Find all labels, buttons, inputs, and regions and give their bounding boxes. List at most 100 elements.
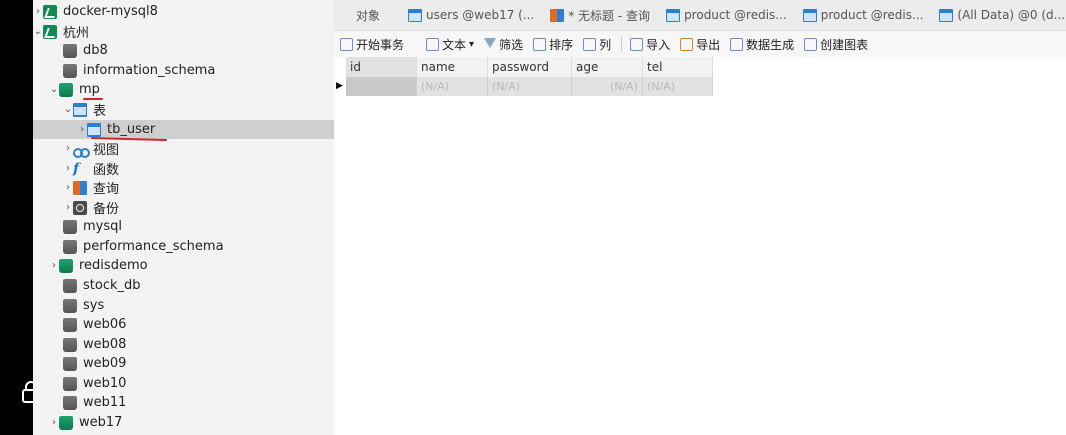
chevron-right-icon[interactable]: ›: [63, 143, 73, 155]
tree-item-label: stock_db: [83, 278, 141, 293]
tree-item-db8[interactable]: db8: [33, 41, 334, 60]
chevron-down-icon[interactable]: ⌄: [33, 26, 43, 38]
filter-icon: [484, 38, 497, 50]
begin-transaction-label: 开始事务: [356, 37, 405, 52]
database-icon: [63, 298, 77, 313]
tree-item-label: 函数: [93, 163, 120, 178]
tab-untitled-query[interactable]: * 无标题 - 查询: [542, 0, 658, 30]
column-header-age[interactable]: age: [572, 57, 643, 77]
tree-item-tables-folder[interactable]: ⌄ 表: [33, 100, 334, 119]
tree-item-mp[interactable]: ⌄ mp: [33, 80, 334, 99]
cell-tel[interactable]: (N/A): [643, 77, 713, 96]
database-icon: [63, 317, 77, 332]
database-open-icon: [59, 258, 73, 273]
columns-button[interactable]: 列: [583, 36, 611, 53]
tree-item-stock-db[interactable]: stock_db: [33, 276, 334, 295]
tab-label: (All Data) @0 (d...: [957, 8, 1066, 22]
app-window: › docker-mysql8 ⌄ 杭州 db8 information_sch…: [33, 0, 1066, 435]
tree-item-label: performance_schema: [83, 239, 224, 254]
filter-button[interactable]: 筛选: [484, 36, 523, 53]
chevron-down-icon[interactable]: ▾: [469, 39, 474, 50]
tree-item-redisdemo[interactable]: › redisdemo: [33, 256, 334, 275]
tree-item-web09[interactable]: web09: [33, 354, 334, 373]
tree-item-backups[interactable]: › 备份: [33, 198, 334, 217]
chevron-right-icon[interactable]: ›: [33, 6, 43, 18]
tree-item-information-schema[interactable]: information_schema: [33, 61, 334, 80]
cell-password[interactable]: (N/A): [488, 77, 572, 96]
database-icon: [63, 278, 77, 293]
tree-item-web06[interactable]: web06: [33, 315, 334, 334]
tree-item-queries[interactable]: › 查询: [33, 178, 334, 197]
tree-item-tb-user[interactable]: › tb_user: [33, 120, 334, 139]
sort-button[interactable]: 排序: [533, 36, 573, 53]
database-icon: [63, 376, 77, 391]
create-chart-button[interactable]: 创建图表: [804, 36, 868, 53]
tree-item-label: 表: [93, 104, 107, 119]
chevron-right-icon[interactable]: ›: [63, 202, 73, 214]
chevron-down-icon[interactable]: ⌄: [63, 104, 73, 116]
tree-item-docker-mysql8[interactable]: › docker-mysql8: [33, 2, 334, 21]
data-grid[interactable]: id name password age tel ▶ (N/A) (N/A) (…: [334, 57, 1066, 435]
tree-item-label: redisdemo: [79, 258, 148, 273]
database-icon: [63, 337, 77, 352]
tree-item-label: docker-mysql8: [63, 4, 158, 19]
tree-item-label: 视图: [93, 143, 120, 158]
chevron-right-icon[interactable]: ›: [49, 260, 59, 272]
export-button[interactable]: 导出: [680, 36, 720, 53]
query-icon: [73, 180, 87, 195]
chevron-placeholder: [53, 241, 63, 253]
grid-header-row: id name password age tel: [346, 57, 713, 77]
cell-age[interactable]: (N/A): [572, 77, 643, 96]
tree-item-sys[interactable]: sys: [33, 296, 334, 315]
chevron-right-icon[interactable]: ›: [63, 182, 73, 194]
table-icon: [666, 8, 681, 22]
export-label: 导出: [696, 37, 721, 52]
tree-item-hangzhou-connection[interactable]: ⌄ 杭州: [33, 22, 334, 41]
tab-all-data[interactable]: (All Data) @0 (d...: [931, 0, 1066, 30]
tree-item-label: sys: [83, 298, 105, 313]
tree-item-label: web06: [83, 317, 127, 332]
tab-users-web17[interactable]: users @web17 (...: [400, 0, 542, 30]
left-margin-strip: [0, 0, 40, 435]
import-label: 导入: [646, 37, 671, 52]
tab-label: users @web17 (...: [426, 8, 535, 22]
chart-icon: [804, 37, 818, 51]
tree-item-label: web08: [83, 337, 127, 352]
chevron-right-icon[interactable]: ›: [77, 124, 87, 136]
table-row[interactable]: ▶ (N/A) (N/A) (N/A) (N/A): [334, 77, 713, 96]
chevron-placeholder: [53, 45, 63, 57]
tree-item-web17[interactable]: › web17: [33, 413, 334, 432]
column-header-id[interactable]: id: [346, 57, 417, 77]
column-header-tel[interactable]: tel: [643, 57, 713, 77]
chevron-right-icon[interactable]: ›: [63, 163, 73, 175]
tree-item-performance-schema[interactable]: performance_schema: [33, 237, 334, 256]
begin-transaction-button[interactable]: 开始事务: [340, 36, 404, 53]
views-icon: [73, 142, 90, 158]
import-icon: [630, 37, 644, 51]
data-generation-button[interactable]: 数据生成: [730, 36, 794, 53]
import-button[interactable]: 导入: [630, 36, 670, 53]
row-pointer-icon: ▶: [336, 81, 343, 91]
tree-item-web08[interactable]: web08: [33, 335, 334, 354]
tree-item-web10[interactable]: web10: [33, 374, 334, 393]
tab-product-redis-1[interactable]: product @redis...: [658, 0, 795, 30]
navigation-tree[interactable]: › docker-mysql8 ⌄ 杭州 db8 information_sch…: [33, 0, 335, 435]
tab-objects[interactable]: 对象: [334, 0, 400, 30]
data-generation-label: 数据生成: [746, 37, 795, 52]
cell-id[interactable]: [346, 77, 417, 96]
database-icon: [63, 239, 77, 254]
column-header-password[interactable]: password: [488, 57, 572, 77]
chevron-down-icon[interactable]: ⌄: [49, 84, 59, 96]
database-icon: [63, 63, 77, 78]
database-icon: [63, 43, 77, 58]
column-header-name[interactable]: name: [417, 57, 488, 77]
tree-item-functions[interactable]: › f 函数: [33, 159, 334, 179]
chevron-right-icon[interactable]: ›: [49, 417, 59, 429]
tree-item-views[interactable]: › 视图: [33, 139, 334, 159]
tab-product-redis-2[interactable]: product @redis...: [795, 0, 932, 30]
tree-item-web11[interactable]: web11: [33, 393, 334, 412]
connection-icon: [43, 4, 57, 19]
text-view-button[interactable]: 文本 ▾: [426, 36, 474, 53]
tree-item-mysql[interactable]: mysql: [33, 217, 334, 236]
cell-name[interactable]: (N/A): [417, 77, 488, 96]
